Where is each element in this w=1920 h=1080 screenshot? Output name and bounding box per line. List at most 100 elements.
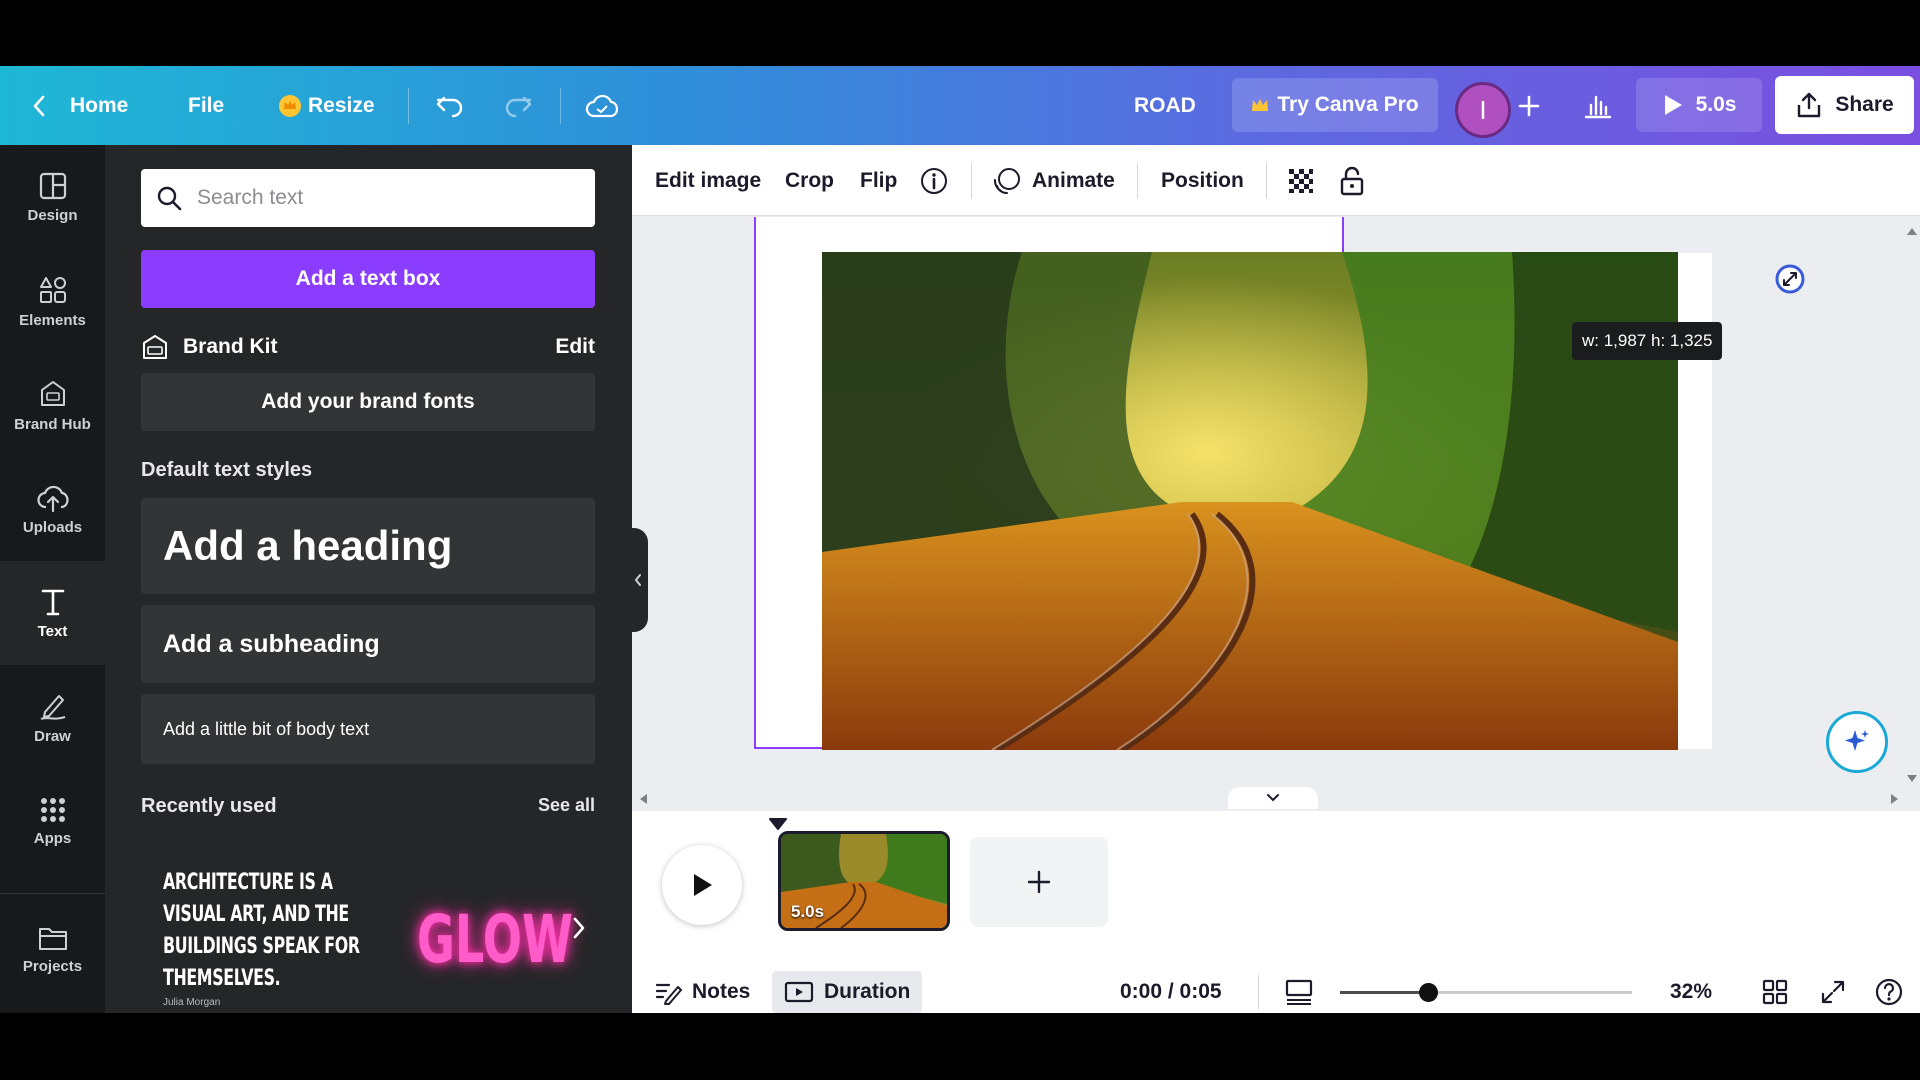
recent-quote-template[interactable]: Architecture is a visual art, and the bu… bbox=[163, 867, 360, 995]
horizontal-scrollbar[interactable] bbox=[632, 787, 1920, 809]
resize-handle[interactable] bbox=[1774, 263, 1806, 300]
lock-icon bbox=[1340, 166, 1364, 195]
add-subheading-style[interactable]: Add a subheading bbox=[141, 605, 595, 683]
rail-item-uploads[interactable]: Uploads bbox=[0, 457, 105, 561]
zoom-slider-knob[interactable] bbox=[1418, 983, 1438, 1002]
search-box[interactable] bbox=[141, 169, 595, 227]
invite-button[interactable] bbox=[1518, 66, 1540, 145]
default-text-styles-title: Default text styles bbox=[141, 459, 313, 481]
side-nav: Design Elements Brand Hub Uploads Text D… bbox=[0, 145, 105, 1013]
rail-label: Projects bbox=[22, 957, 83, 975]
crown-icon bbox=[279, 94, 301, 117]
scroll-up-button[interactable] bbox=[1906, 223, 1918, 241]
animate-label: Animate bbox=[1032, 168, 1115, 192]
rail-label: Elements bbox=[19, 311, 86, 329]
duration-label: Duration bbox=[824, 980, 911, 1003]
duration-button[interactable]: Duration bbox=[772, 971, 923, 1013]
recent-glow-template[interactable]: GLOW bbox=[417, 901, 573, 978]
rail-item-projects[interactable]: Projects bbox=[0, 897, 105, 1001]
position-button[interactable]: Position bbox=[1161, 145, 1244, 216]
rail-label: Brand Hub bbox=[14, 415, 91, 433]
magic-assistant-button[interactable] bbox=[1826, 711, 1888, 773]
timeline-play-button[interactable] bbox=[662, 845, 742, 925]
quote-line: themselves. bbox=[163, 966, 281, 991]
plus-icon bbox=[1518, 95, 1540, 116]
divider bbox=[1266, 163, 1267, 199]
cloud-save-button[interactable] bbox=[585, 66, 619, 145]
page-view-icon bbox=[1285, 979, 1313, 1005]
zoom-percentage[interactable]: 32% bbox=[1670, 971, 1712, 1013]
collapse-timeline-button[interactable] bbox=[1228, 787, 1318, 809]
brand-kit-icon bbox=[143, 335, 167, 359]
add-heading-style[interactable]: Add a heading bbox=[141, 498, 595, 594]
brand-kit-label: Brand Kit bbox=[183, 335, 278, 358]
grid-icon bbox=[40, 797, 65, 822]
rail-item-elements[interactable]: Elements bbox=[0, 249, 105, 353]
expand-icon bbox=[1821, 980, 1845, 1004]
page-thumbnail[interactable]: 5.0s bbox=[778, 831, 950, 931]
rail-item-design[interactable]: Design bbox=[0, 145, 105, 249]
info-button[interactable] bbox=[919, 145, 949, 216]
brand-kit-edit-link[interactable]: Edit bbox=[555, 335, 595, 359]
duration-play-icon bbox=[784, 981, 814, 1003]
recent-next-button[interactable] bbox=[571, 915, 587, 946]
edit-image-button[interactable]: Edit image bbox=[655, 145, 761, 216]
redo-icon bbox=[505, 96, 532, 117]
notes-icon bbox=[655, 983, 682, 1005]
flip-button[interactable]: Flip bbox=[860, 145, 897, 216]
brand-kit-row: Brand Kit Edit bbox=[141, 327, 595, 367]
fullscreen-button[interactable] bbox=[1820, 971, 1846, 1013]
resize-label: Resize bbox=[308, 93, 375, 117]
context-toolbar: Edit image Crop Flip Animate Position bbox=[632, 145, 1920, 216]
divider bbox=[1258, 975, 1259, 1009]
crop-button[interactable]: Crop bbox=[785, 145, 834, 216]
lock-button[interactable] bbox=[1339, 145, 1365, 216]
text-panel: Add a text box Brand Kit Edit Add your b… bbox=[105, 145, 632, 1013]
undo-button[interactable] bbox=[434, 66, 466, 145]
animate-button[interactable]: Animate bbox=[992, 145, 1115, 216]
divider bbox=[971, 163, 972, 199]
add-page-button[interactable] bbox=[970, 837, 1108, 927]
redo-button[interactable] bbox=[502, 66, 534, 145]
grid-view-button[interactable] bbox=[1762, 971, 1788, 1013]
rail-item-apps[interactable]: Apps bbox=[0, 769, 105, 873]
file-menu-button[interactable]: File bbox=[188, 66, 224, 145]
time-readout: 0:00 / 0:05 bbox=[1120, 980, 1222, 1003]
notes-button[interactable]: Notes bbox=[654, 971, 750, 1013]
zoom-slider[interactable] bbox=[1340, 983, 1632, 1002]
collapse-panel-button[interactable] bbox=[628, 528, 648, 632]
animate-icon bbox=[994, 167, 1020, 194]
present-duration: 5.0s bbox=[1695, 93, 1737, 116]
share-upload-icon bbox=[1798, 92, 1821, 118]
see-all-link[interactable]: See all bbox=[538, 795, 595, 816]
page-view-button[interactable] bbox=[1284, 971, 1314, 1013]
play-icon bbox=[1664, 95, 1682, 115]
app-window: Home File Resize ROAD Try Canva Pro I 5.… bbox=[0, 0, 1920, 1080]
share-button[interactable]: Share bbox=[1775, 76, 1914, 134]
rail-item-text[interactable]: Text bbox=[0, 561, 105, 665]
design-title[interactable]: ROAD bbox=[1134, 66, 1196, 145]
present-button[interactable]: 5.0s bbox=[1636, 78, 1762, 132]
resize-button[interactable]: Resize bbox=[278, 66, 375, 145]
add-body-text-style[interactable]: Add a little bit of body text bbox=[141, 694, 595, 764]
try-canva-pro-button[interactable]: Try Canva Pro bbox=[1232, 78, 1438, 132]
page-duration: 5.0s bbox=[791, 902, 825, 921]
search-input[interactable] bbox=[197, 186, 577, 210]
insights-button[interactable] bbox=[1583, 66, 1613, 145]
road-photo[interactable] bbox=[822, 252, 1678, 750]
help-button[interactable] bbox=[1874, 971, 1904, 1013]
transparency-button[interactable] bbox=[1286, 145, 1316, 216]
triangle-up-icon bbox=[1907, 228, 1917, 235]
avatar[interactable]: I bbox=[1455, 82, 1511, 138]
rail-item-draw[interactable]: Draw bbox=[0, 665, 105, 769]
transparency-checker-icon bbox=[1289, 168, 1313, 193]
add-brand-fonts-button[interactable]: Add your brand fonts bbox=[141, 373, 595, 431]
rail-item-brand-hub[interactable]: Brand Hub bbox=[0, 353, 105, 457]
timeline: 5.0s Notes Duration 0:00 / 0:05 32% bbox=[632, 811, 1920, 1013]
rail-label: Apps bbox=[33, 829, 72, 847]
quote-line: buildings speak for bbox=[163, 934, 360, 959]
add-text-box-button[interactable]: Add a text box bbox=[141, 250, 595, 308]
home-button[interactable]: Home bbox=[30, 66, 128, 145]
top-bar: Home File Resize ROAD Try Canva Pro I 5.… bbox=[0, 66, 1920, 145]
home-label: Home bbox=[70, 93, 129, 117]
